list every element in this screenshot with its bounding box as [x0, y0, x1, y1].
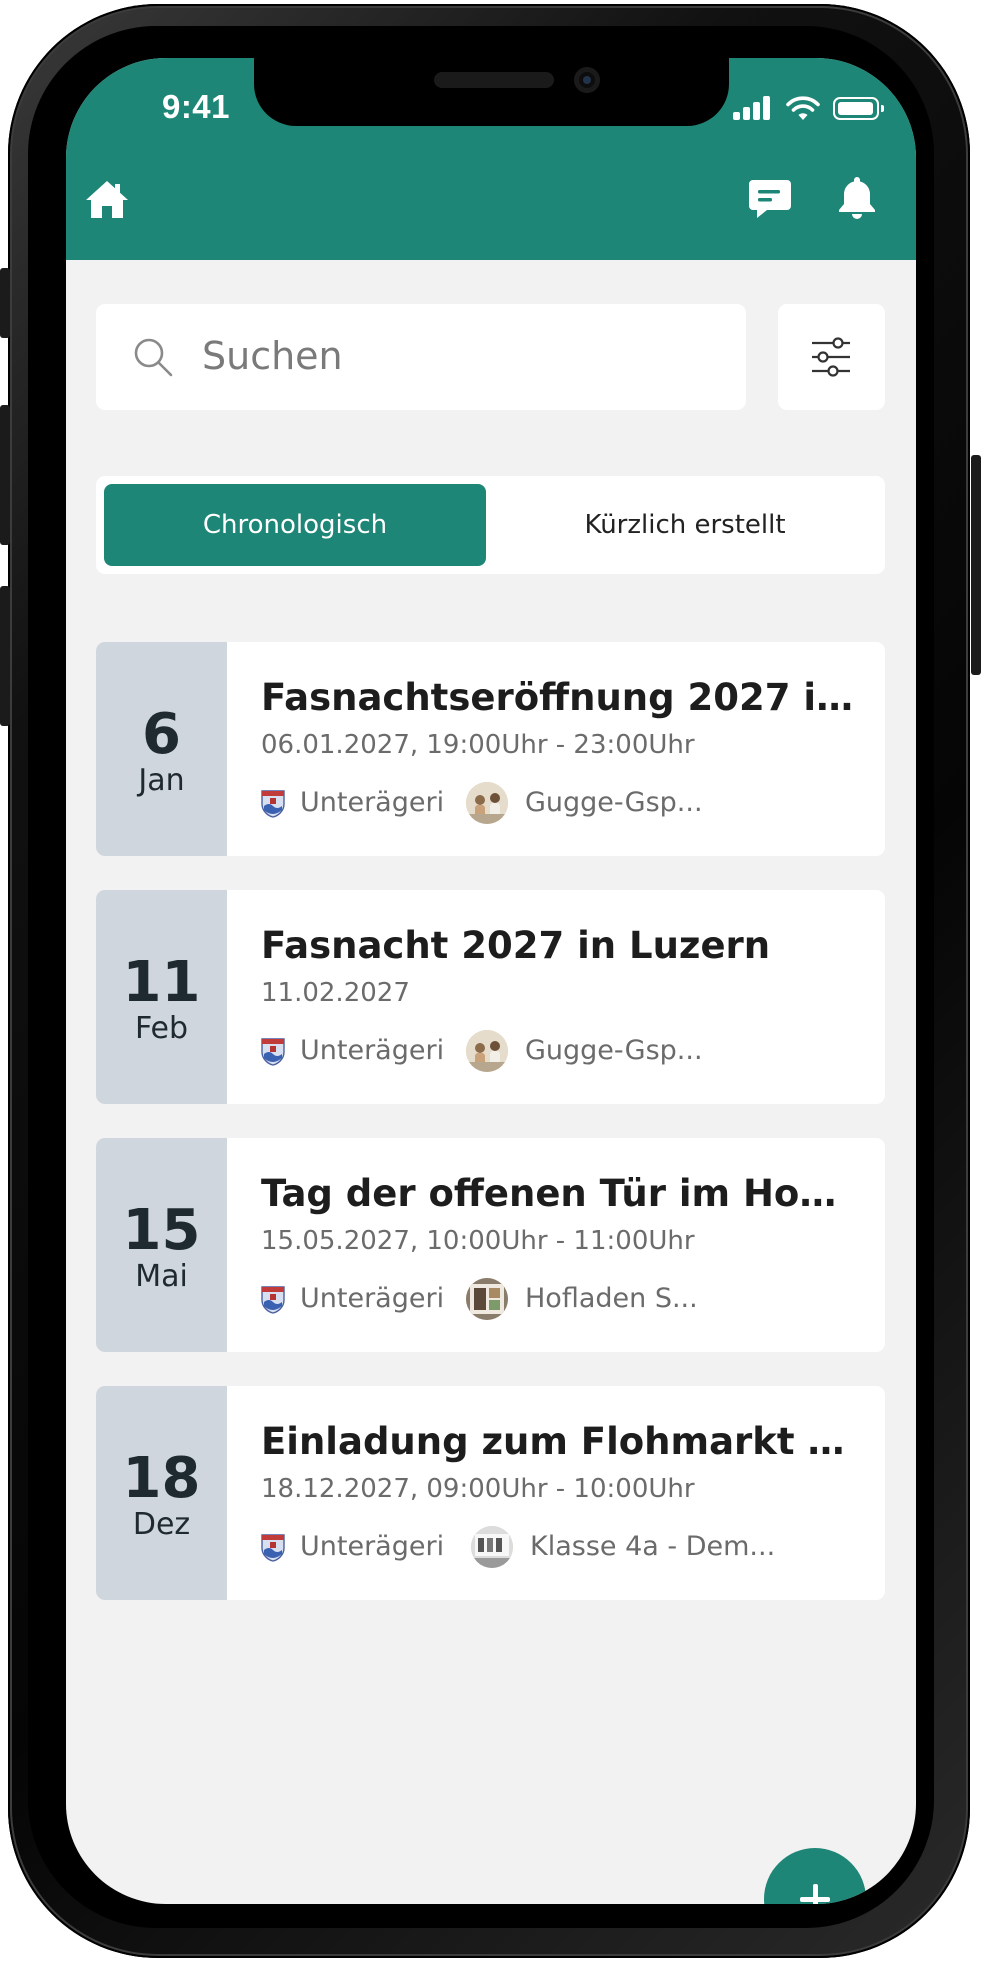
power-button [971, 455, 981, 675]
plus-icon [800, 1884, 830, 1904]
event-meta: Unterägeri Gugge-Gsp... [261, 782, 861, 824]
app-screen: 9:41 Suchen Chronologisch Kürzlich erste… [66, 58, 916, 1904]
event-title: Fasnachtseröffnung 2027 in ... [261, 676, 861, 719]
signal-icon [733, 96, 775, 122]
event-location: Unterägeri [300, 787, 445, 818]
event-month: Jan [138, 763, 185, 798]
municipality-crest-icon [261, 790, 285, 818]
event-date: 11 Feb [96, 890, 227, 1104]
event-card[interactable]: 18 Dez Einladung zum Flohmarkt de... 18.… [96, 1386, 885, 1600]
wifi-icon [786, 96, 820, 120]
organizer-avatar [466, 1030, 508, 1072]
event-month: Dez [132, 1507, 191, 1542]
event-datetime: 18.12.2027, 09:00Uhr - 10:00Uhr [261, 1474, 695, 1504]
event-organizer: Gugge-Gsp... [525, 1035, 703, 1066]
search-placeholder: Suchen [202, 334, 343, 378]
status-time: 9:41 [161, 88, 231, 125]
organizer-avatar [466, 782, 508, 824]
event-title: Fasnacht 2027 in Luzern [261, 924, 771, 967]
event-title: Einladung zum Flohmarkt de... [261, 1420, 861, 1463]
municipality-crest-icon [261, 1534, 285, 1562]
volume-down-button [0, 586, 10, 726]
event-list: 6 Jan Fasnachtseröffnung 2027 in ... 06.… [96, 642, 885, 1634]
tab-chronologisch[interactable]: Chronologisch [104, 484, 486, 566]
organizer-avatar [466, 1278, 508, 1320]
app-header: 9:41 [66, 58, 916, 260]
event-organizer: Gugge-Gsp... [525, 787, 703, 818]
event-card[interactable]: 11 Feb Fasnacht 2027 in Luzern 11.02.202… [96, 890, 885, 1104]
battery-icon [833, 97, 884, 120]
sliders-icon [812, 337, 850, 377]
sort-tabs: Chronologisch Kürzlich erstellt [96, 476, 885, 574]
event-title: Tag der offenen Tür im Hofla... [261, 1172, 861, 1215]
event-card[interactable]: 6 Jan Fasnachtseröffnung 2027 in ... 06.… [96, 642, 885, 856]
tab-kuerzlich-erstellt[interactable]: Kürzlich erstellt [494, 484, 876, 566]
event-meta: Unterägeri Klasse 4a - Dem... [261, 1526, 861, 1568]
event-day: 6 [142, 702, 181, 767]
municipality-crest-icon [261, 1038, 285, 1066]
event-datetime: 15.05.2027, 10:00Uhr - 11:00Uhr [261, 1226, 695, 1256]
event-card[interactable]: 15 Mai Tag der offenen Tür im Hofla... 1… [96, 1138, 885, 1352]
bell-icon[interactable] [834, 174, 880, 220]
status-icons [733, 96, 884, 122]
event-date: 6 Jan [96, 642, 227, 856]
chat-icon[interactable] [747, 176, 793, 222]
event-month: Mai [135, 1259, 188, 1294]
speaker-grille [434, 72, 554, 88]
add-event-button[interactable] [764, 1848, 866, 1904]
front-camera [574, 67, 600, 93]
event-organizer: Hofladen S... [525, 1283, 698, 1314]
event-organizer: Klasse 4a - Dem... [530, 1531, 776, 1562]
event-meta: Unterägeri Hofladen S... [261, 1278, 861, 1320]
notch [254, 58, 729, 126]
event-datetime: 11.02.2027 [261, 978, 410, 1008]
municipality-crest-icon [261, 1286, 285, 1314]
home-icon[interactable] [84, 176, 130, 222]
event-date: 18 Dez [96, 1386, 227, 1600]
event-day: 15 [122, 1198, 201, 1263]
event-location: Unterägeri [300, 1283, 445, 1314]
event-meta: Unterägeri Gugge-Gsp... [261, 1030, 861, 1072]
event-month: Feb [134, 1011, 189, 1046]
event-location: Unterägeri [300, 1035, 445, 1066]
search-icon [134, 338, 173, 377]
event-day: 11 [122, 950, 201, 1015]
volume-up-button [0, 405, 10, 545]
event-location: Unterägeri [300, 1531, 445, 1562]
search-input[interactable]: Suchen [96, 304, 746, 410]
mute-switch [0, 268, 10, 338]
organizer-avatar [471, 1526, 513, 1568]
event-date: 15 Mai [96, 1138, 227, 1352]
event-day: 18 [122, 1446, 201, 1511]
filter-button[interactable] [778, 304, 885, 410]
event-datetime: 06.01.2027, 19:00Uhr - 23:00Uhr [261, 730, 695, 760]
